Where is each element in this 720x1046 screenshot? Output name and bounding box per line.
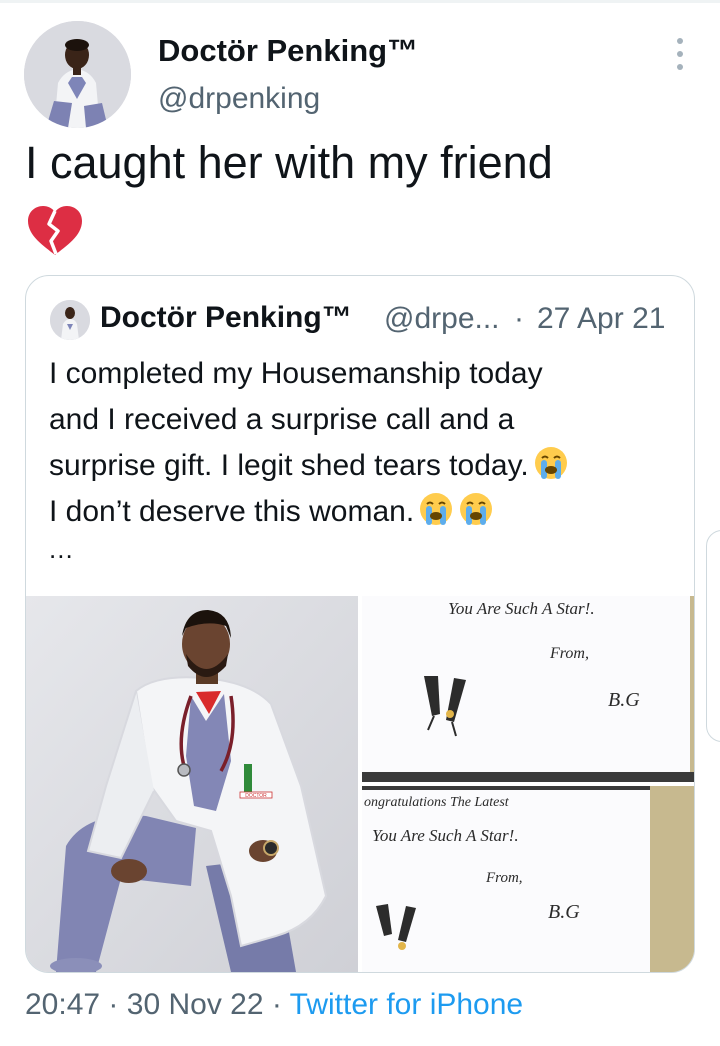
more-options-icon[interactable]	[668, 38, 692, 70]
broken-heart-icon	[28, 206, 82, 255]
next-content-peek	[706, 530, 720, 742]
tweet-detail: Doctör Penking™ @drpenking I caught her …	[0, 0, 720, 1046]
tweet-meta: 20:47 · 30 Nov 22 · Twitter for iPhone	[25, 988, 523, 1022]
quoted-separator: ·	[514, 302, 524, 335]
meta-separator: ·	[271, 988, 282, 1021]
media-photo-card-bottom[interactable]: ongratulations The Latest You Are Such A…	[362, 786, 694, 972]
loudly-crying-face-icon	[460, 493, 493, 525]
loudly-crying-face-icon	[420, 493, 453, 525]
meta-separator: ·	[108, 988, 119, 1021]
quoted-text-line: and I received a surprise call and a	[49, 403, 515, 436]
tweet-source-link[interactable]: Twitter for iPhone	[290, 988, 523, 1021]
show-more-ellipsis[interactable]: ...	[49, 534, 74, 565]
tweet-date[interactable]: 30 Nov 22	[127, 988, 264, 1021]
card-headline: You Are Such A Star!.	[448, 599, 595, 618]
loudly-crying-face-icon	[534, 447, 567, 479]
card-signature-2: B.G	[548, 901, 580, 923]
author-handle[interactable]: @drpenking	[158, 82, 320, 116]
avatar[interactable]	[24, 21, 131, 128]
card-signature: B.G	[608, 689, 640, 711]
card-partial-line: ongratulations The Latest	[364, 795, 510, 810]
quoted-avatar-photo	[50, 300, 90, 340]
media-grid: DOCTOR You Are Such A Star!. From, B.G o…	[26, 596, 694, 972]
media-photo-card-top[interactable]: You Are Such A Star!. From, B.G	[362, 596, 694, 782]
quoted-text-line: I don’t deserve this woman.	[49, 489, 689, 535]
quoted-display-name[interactable]: Doctör Penking™	[100, 301, 352, 335]
quoted-text-line: surprise gift. I legit shed tears today.	[49, 443, 689, 489]
coat-badge-label: DOCTOR	[245, 793, 267, 799]
quoted-text-line: I completed my Housemanship today	[49, 357, 543, 390]
author-display-name[interactable]: Doctör Penking™	[158, 33, 418, 69]
avatar-photo	[24, 21, 131, 128]
quoted-avatar[interactable]	[50, 300, 90, 340]
media-photo-doctor[interactable]: DOCTOR	[26, 596, 358, 972]
quoted-tweet[interactable]: Doctör Penking™ @drpe... · 27 Apr 21 I c…	[25, 275, 695, 973]
card-from: From,	[549, 645, 589, 662]
quoted-date[interactable]: 27 Apr 21	[537, 302, 665, 336]
quoted-handle[interactable]: @drpe...	[384, 302, 500, 336]
card-headline-2: You Are Such A Star!.	[372, 826, 519, 845]
top-divider	[0, 0, 720, 3]
tweet-text: I caught her with my friend	[25, 137, 553, 188]
quoted-tweet-text: I completed my Housemanship today and I …	[49, 351, 689, 535]
card-from-2: From,	[485, 870, 523, 886]
tweet-time[interactable]: 20:47	[25, 988, 100, 1021]
